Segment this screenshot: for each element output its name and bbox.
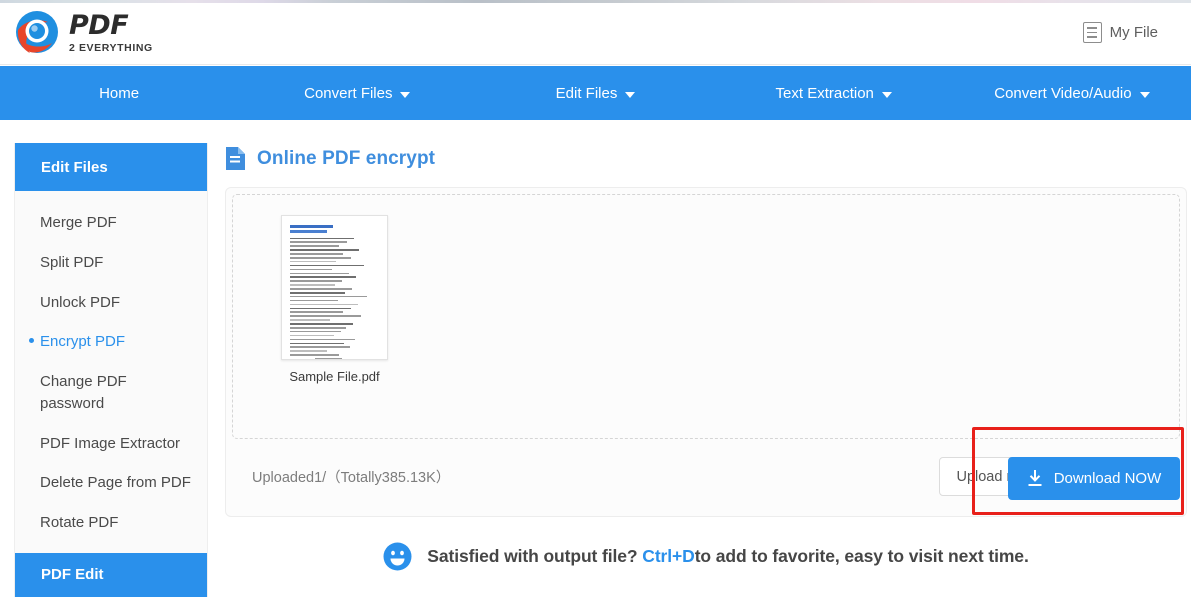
chevron-down-icon <box>400 91 411 98</box>
nav-item-label: Convert Video/Audio <box>994 84 1132 102</box>
main-content: Online PDF encrypt Sample File.pdf Uploa… <box>222 120 1191 571</box>
file-thumbnail[interactable] <box>281 215 388 360</box>
nav-item-label: Convert Files <box>304 84 393 102</box>
nav-item-convert-files[interactable]: Convert Files <box>238 66 476 120</box>
smiley-face-icon <box>383 542 412 571</box>
sidebar-header-label: Edit Files <box>41 158 108 176</box>
sidebar-item-label: Change PDF password <box>40 373 127 412</box>
main-navigation: Home Convert Files Edit Files Text Extra… <box>0 66 1191 120</box>
file-card: Sample File.pdf Uploaded1/（Totally385.13… <box>225 187 1187 517</box>
sidebar-item-pdf-image-extractor[interactable]: PDF Image Extractor <box>15 424 207 464</box>
site-header: PDF 2 EVERYTHING My File <box>0 3 1191 65</box>
list-document-icon <box>1082 22 1102 43</box>
sidebar-item-label: Delete Page from PDF <box>40 474 191 492</box>
favorite-hint-text: Satisfied with output file? Ctrl+Dto add… <box>427 546 1029 567</box>
sidebar-item-label: Unlock PDF <box>40 293 121 311</box>
sidebar-item-split-pdf[interactable]: Split PDF <box>15 243 207 283</box>
pdf2everything-logo-icon <box>16 11 58 53</box>
page-title: Online PDF encrypt <box>257 147 436 169</box>
download-now-button[interactable]: Download NOW <box>1008 457 1180 500</box>
nav-item-edit-files[interactable]: Edit Files <box>476 66 714 120</box>
thumb-heading-2 <box>290 229 328 233</box>
download-icon <box>1028 470 1042 486</box>
file-name: Sample File.pdf <box>289 369 380 384</box>
nav-item-home[interactable]: Home <box>0 66 238 120</box>
nav-item-label: Text Extraction <box>775 84 874 102</box>
favorite-hint-after: to add to favorite, easy to visit next t… <box>694 546 1029 566</box>
site-logo[interactable]: PDF 2 EVERYTHING <box>14 9 153 56</box>
sidebar: Edit Files Merge PDF Split PDF Unlock PD… <box>14 143 208 597</box>
sidebar-menu: Merge PDF Split PDF Unlock PDF Encrypt P… <box>15 191 207 553</box>
nav-item-text-extraction[interactable]: Text Extraction <box>715 66 953 120</box>
chevron-down-icon <box>625 91 636 98</box>
sidebar-header: Edit Files <box>15 143 207 191</box>
thumb-heading <box>290 225 333 228</box>
sidebar-section-label: PDF Edit <box>41 566 104 584</box>
sidebar-item-rotate-pdf[interactable]: Rotate PDF <box>15 503 207 543</box>
sidebar-item-merge-pdf[interactable]: Merge PDF <box>15 203 207 243</box>
my-file-label: My File <box>1109 24 1158 41</box>
nav-item-label: Home <box>99 84 140 102</box>
chevron-down-icon <box>881 91 892 98</box>
my-file-button[interactable]: My File <box>1082 22 1158 43</box>
sidebar-item-label: PDF Image Extractor <box>40 434 181 452</box>
sidebar-item-change-pdf-password[interactable]: Change PDF password <box>15 362 207 424</box>
favorite-hint: Satisfied with output file? Ctrl+Dto add… <box>225 542 1187 571</box>
card-footer: Uploaded1/（Totally385.13K） Upload more D… <box>226 438 1188 516</box>
favorite-hint-shortcut: Ctrl+D <box>642 546 695 566</box>
sidebar-section-pdf-edit[interactable]: PDF Edit <box>15 552 207 597</box>
download-now-label: Download NOW <box>1053 470 1162 487</box>
nav-item-convert-video-audio[interactable]: Convert Video/Audio <box>953 66 1191 120</box>
sidebar-item-label: Encrypt PDF <box>40 333 126 351</box>
sidebar-item-label: Rotate PDF <box>40 514 119 531</box>
logo-secondary-text: 2 EVERYTHING <box>69 41 153 54</box>
sidebar-item-label: Merge PDF <box>40 214 117 231</box>
logo-primary-text: PDF <box>69 9 129 41</box>
chevron-down-icon <box>1139 91 1150 98</box>
file-dropzone[interactable]: Sample File.pdf <box>232 194 1180 439</box>
sidebar-item-encrypt-pdf[interactable]: Encrypt PDF <box>15 322 207 362</box>
nav-item-label: Edit Files <box>555 84 618 102</box>
page-title-row: Online PDF encrypt <box>225 146 1191 171</box>
upload-status-text: Uploaded1/（Totally385.13K） <box>252 470 451 486</box>
file-item[interactable]: Sample File.pdf <box>276 215 393 384</box>
favorite-hint-before: Satisfied with output file? <box>427 546 638 566</box>
page-body: Edit Files Merge PDF Split PDF Unlock PD… <box>0 120 1191 599</box>
sidebar-item-unlock-pdf[interactable]: Unlock PDF <box>15 283 207 323</box>
sidebar-item-delete-page-from-pdf[interactable]: Delete Page from PDF <box>15 463 207 503</box>
document-icon <box>226 147 245 170</box>
sidebar-item-label: Split PDF <box>40 253 104 271</box>
